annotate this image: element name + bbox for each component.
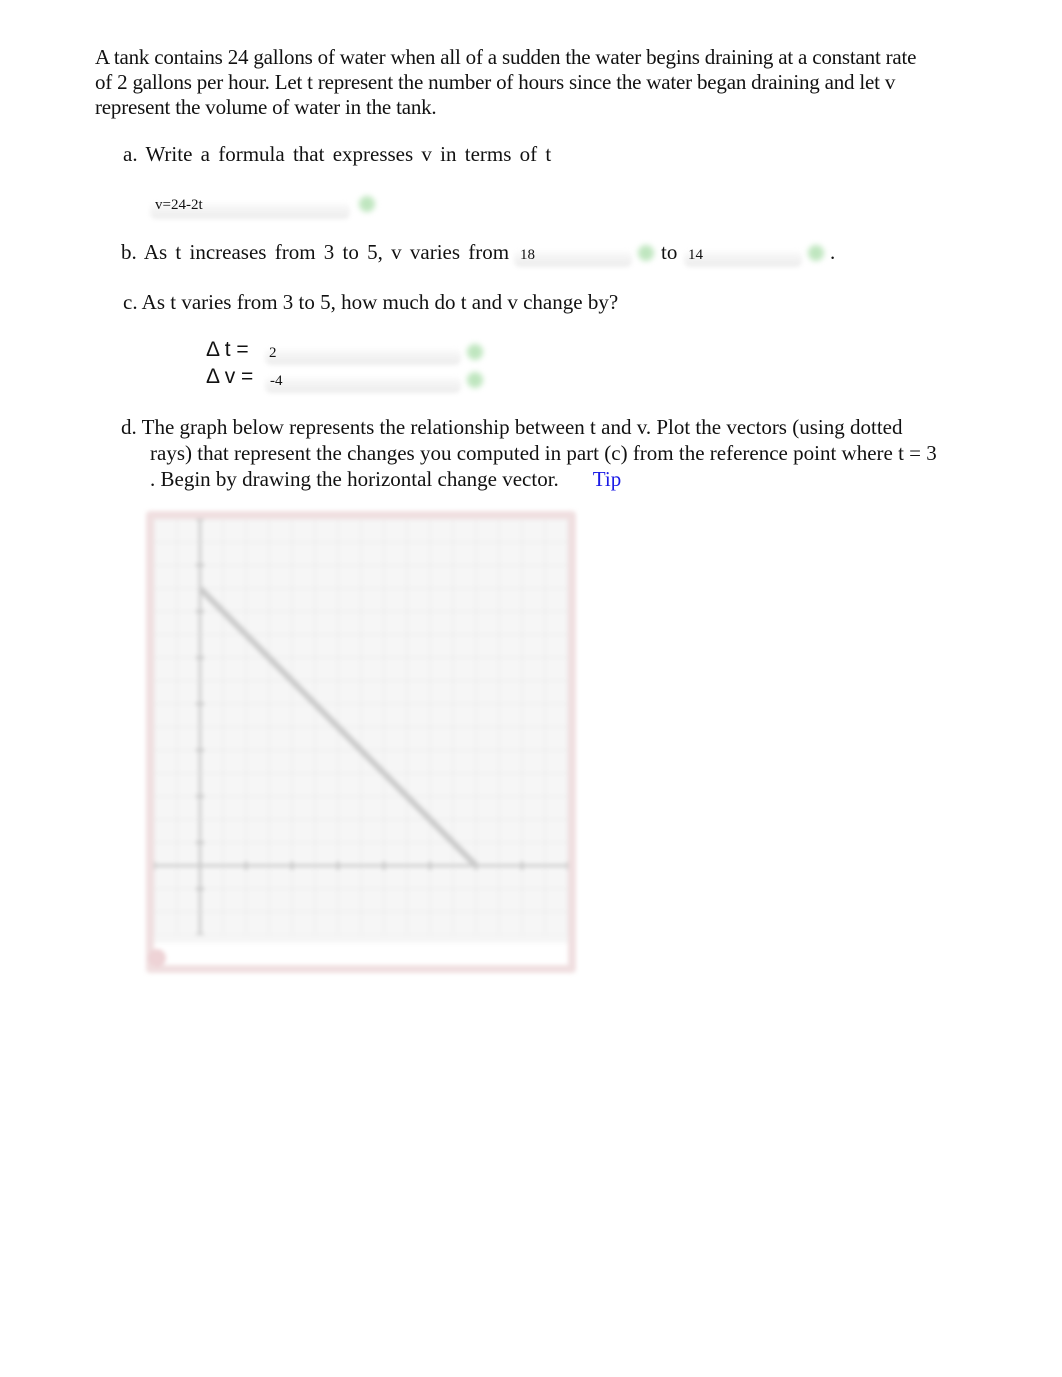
part-c-prompt: c. As t varies from 3 to 5, how much do … <box>123 290 619 314</box>
part-b-period: . <box>830 240 836 264</box>
correct-check-icon <box>467 372 483 388</box>
graph-toolbar <box>154 943 568 965</box>
intro-line-2: of 2 gallons per hour. Let t represent t… <box>95 70 896 94</box>
graph-canvas[interactable] <box>154 519 568 935</box>
graph-panel[interactable] <box>146 511 576 973</box>
part-d-line-3-text: . Begin by drawing the horizontal change… <box>150 467 559 491</box>
part-b-prompt-text: b. As t increases from 3 to 5, v varies … <box>121 240 510 264</box>
part-a-prompt: a. Write a formula that expresses v in t… <box>123 142 552 166</box>
delta-t-label: Δ t = <box>206 338 249 361</box>
intro-line-3: represent the volume of water in the tan… <box>95 95 437 119</box>
delta-v-label: Δ v = <box>206 365 254 388</box>
intro-line-1: A tank contains 24 gallons of water when… <box>95 45 917 69</box>
graph-reset-icon[interactable] <box>148 949 166 967</box>
problem-statement: A tank contains 24 gallons of water when… <box>95 45 1000 120</box>
part-b-from-input[interactable]: 18 <box>520 247 535 264</box>
part-d-line-2: rays) that represent the changes you com… <box>150 441 937 465</box>
correct-check-icon <box>359 196 375 212</box>
delta-t-input[interactable]: 2 <box>269 345 277 362</box>
correct-check-icon <box>808 245 824 261</box>
part-b-to-label: to <box>661 240 678 264</box>
tip-link[interactable]: Tip <box>593 467 621 491</box>
delta-v-field-bg <box>265 377 461 393</box>
correct-check-icon <box>467 344 483 360</box>
part-a-answer-input[interactable]: v=24-2t <box>155 197 203 214</box>
part-b-prompt: b. As t increases from 3 to 5, v varies … <box>121 239 509 265</box>
part-d-prompt: d. The graph below represents the relati… <box>121 414 1001 492</box>
part-d-line-1: d. The graph below represents the relati… <box>121 415 903 439</box>
delta-v-input[interactable]: -4 <box>270 373 283 390</box>
part-d-line-3: . Begin by drawing the horizontal change… <box>121 466 1001 492</box>
part-b-to-input[interactable]: 14 <box>688 247 703 264</box>
correct-check-icon <box>638 245 654 261</box>
delta-t-field-bg <box>265 349 461 365</box>
